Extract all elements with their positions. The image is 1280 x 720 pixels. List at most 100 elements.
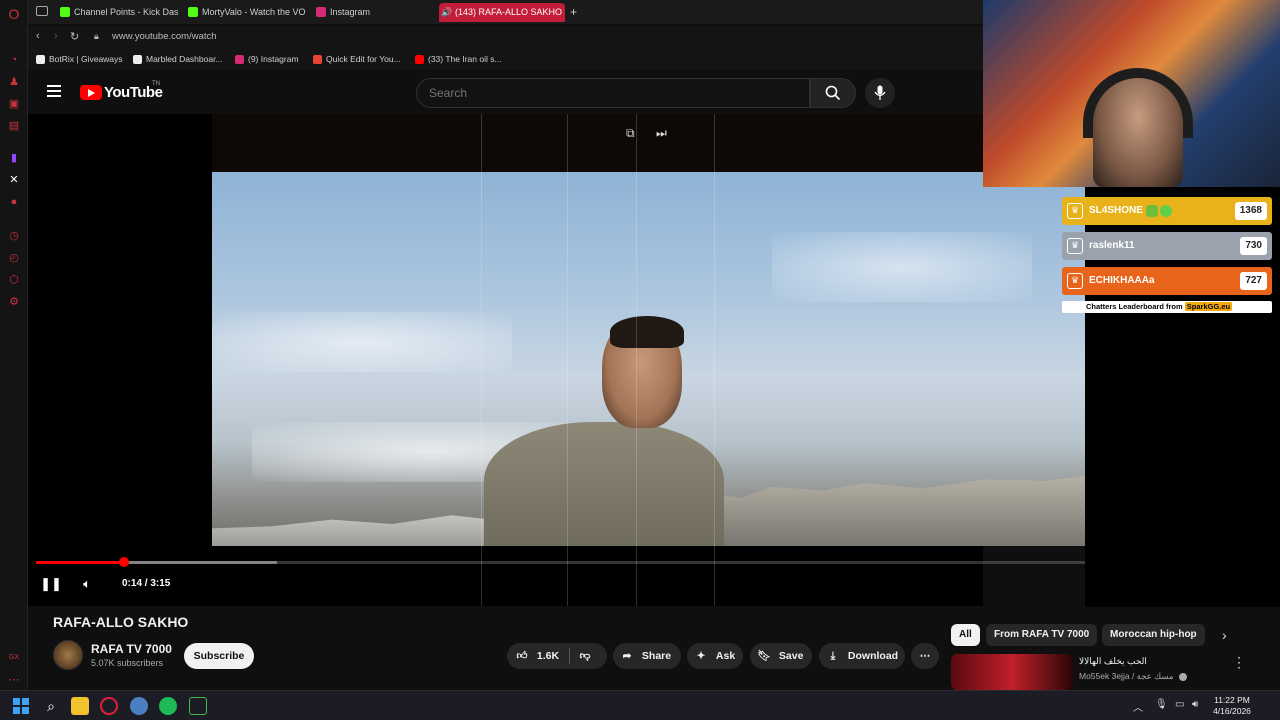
bookmark-botrix[interactable]: BotRix | Giveaways xyxy=(36,54,123,64)
miniplayer-icon[interactable]: ⧉ xyxy=(626,126,635,141)
windows-start-icon[interactable] xyxy=(12,697,30,715)
back-icon[interactable]: ‹ xyxy=(36,30,40,42)
crown-icon: ♛ xyxy=(1067,238,1083,254)
terminal-icon[interactable] xyxy=(189,697,207,715)
more-actions-button[interactable]: ⋯ xyxy=(911,643,939,669)
menu-icon[interactable] xyxy=(47,85,61,97)
bookmark-marbled[interactable]: Marbled Dashboar... xyxy=(133,54,223,64)
recommendation-thumbnail[interactable] xyxy=(951,654,1073,690)
forward-icon[interactable]: › xyxy=(54,30,58,42)
reload-icon[interactable]: ↻ xyxy=(70,30,79,43)
search-button[interactable] xyxy=(810,78,856,108)
network-icon[interactable]: ▭ xyxy=(1175,699,1184,710)
volume-button[interactable]: 🔈︎ xyxy=(76,574,98,594)
spotify-icon[interactable] xyxy=(159,697,177,715)
subscribe-button[interactable]: Subscribe xyxy=(184,643,254,669)
leaderboard-row: ♛ SL4SHONE 1368 xyxy=(1062,197,1272,225)
recommendation-channel[interactable]: Mo55ek 3ejja / مسك عجة xyxy=(1079,671,1187,682)
opera-gx-icon[interactable] xyxy=(100,697,118,715)
chip-from-channel[interactable]: From RAFA TV 7000 xyxy=(986,624,1098,646)
video-title: RAFA-ALLO SAKHO xyxy=(53,614,189,630)
search-icon[interactable]: ⌕ xyxy=(42,697,60,715)
progress-bar[interactable] xyxy=(36,557,1261,567)
thumbs-down-icon: 👎︎ xyxy=(579,650,591,662)
search-input[interactable] xyxy=(429,86,789,100)
bookmarks-bar: BotRix | Giveaways Marbled Dashboar... (… xyxy=(28,50,983,70)
divider xyxy=(569,648,570,664)
bookmark-instagram[interactable]: (9) Instagram xyxy=(235,54,299,64)
file-explorer-icon[interactable] xyxy=(71,697,89,715)
pinboard-icon[interactable]: ▤ xyxy=(6,118,22,134)
youtube-logo-icon[interactable] xyxy=(80,85,102,100)
chip-moroccan-hip-hop[interactable]: Moroccan hip-hop xyxy=(1102,624,1205,646)
kick-icon xyxy=(60,7,70,17)
games-icon[interactable]: ♟ xyxy=(6,74,22,90)
aria-icon[interactable]: ◔ xyxy=(6,52,22,68)
voice-search-button[interactable] xyxy=(865,78,895,108)
clock-icon[interactable]: ◴ xyxy=(6,250,22,266)
bookmark-iran-oil[interactable]: (33) The Iran oil s... xyxy=(415,54,502,64)
ask-button[interactable]: ✦ Ask xyxy=(687,643,743,669)
glitch-line xyxy=(714,114,715,606)
dislike-button[interactable]: 👎︎ xyxy=(577,643,593,669)
messenger-icon[interactable]: ▣ xyxy=(6,96,22,112)
tray-chevron-icon[interactable]: ︿ xyxy=(1133,699,1143,714)
address-bar: ‹ › ↻ 🔒︎ www.youtube.com/watch xyxy=(28,26,983,50)
download-icon: ⤓ xyxy=(830,650,836,662)
pause-button[interactable]: ❚❚ xyxy=(40,574,62,594)
like-button[interactable]: 👍︎ 1.6K xyxy=(507,643,569,669)
video-player[interactable]: ⧉ ⏭︎ ❚❚ 🔈︎ 0:14 / 3:15 CC ⚙ ⤡ xyxy=(28,114,1261,606)
video-frame[interactable] xyxy=(212,172,1086,546)
tab-youtube-active[interactable]: 🔊 (143) RAFA-ALLO SAKHO xyxy=(439,3,565,22)
extensions-icon[interactable]: ⬡ xyxy=(6,272,22,288)
download-button[interactable]: ⤓ Download xyxy=(819,643,905,669)
crown-icon: ♛ xyxy=(1067,203,1083,219)
badge-icon xyxy=(1160,205,1172,217)
person-hair xyxy=(610,316,684,348)
share-button[interactable]: ➦ Share xyxy=(613,643,681,669)
new-tab-button[interactable]: + xyxy=(568,3,582,22)
settings-icon[interactable]: ⚙ xyxy=(6,294,22,310)
history-icon[interactable]: ◷ xyxy=(6,228,22,244)
twitch-icon[interactable]: ▮ xyxy=(6,150,22,166)
tab-kick-mortyvalo[interactable]: MortyValo - Watch the VO xyxy=(186,3,306,22)
progress-scrubber[interactable] xyxy=(119,557,130,567)
glitch-line xyxy=(567,114,568,606)
chip-all[interactable]: All xyxy=(951,624,980,646)
search-box xyxy=(416,78,810,108)
chevron-right-icon[interactable]: › xyxy=(1222,627,1227,643)
app-icon[interactable] xyxy=(130,697,148,715)
speaker-icon: 🔊 xyxy=(441,7,453,17)
tab-kick-channel-points[interactable]: Channel Points - Kick Das xyxy=(58,3,178,22)
volume-tray-icon[interactable]: 🔊︎ xyxy=(1192,699,1198,710)
recommendation-menu-icon[interactable]: ⋮ xyxy=(1232,654,1246,671)
tab-overview-icon[interactable] xyxy=(36,6,48,16)
microphone-tray-icon[interactable]: 🎙︎ xyxy=(1155,699,1168,710)
more-icon[interactable]: ⋯ xyxy=(6,672,22,688)
browser-sidebar: O ◔ ♟ ▣ ▤ ▮ ✕ ● ◷ ◴ ⬡ ⚙ GX ⋯ xyxy=(0,0,28,690)
channel-name[interactable]: RAFA TV 7000 xyxy=(91,642,172,656)
opera-logo-icon[interactable]: O xyxy=(6,6,22,22)
x-icon[interactable]: ✕ xyxy=(6,172,22,188)
progress-played xyxy=(36,561,125,564)
next-icon[interactable]: ⏭︎ xyxy=(656,126,667,141)
video-letterbox xyxy=(212,114,983,172)
more-horizontal-icon: ⋯ xyxy=(919,650,931,662)
pause-icon: ❚❚ xyxy=(40,576,62,591)
botrix-icon xyxy=(36,55,45,64)
mic-icon xyxy=(874,85,886,100)
gx-icon[interactable]: GX xyxy=(6,650,22,666)
like-dislike-group: 👍︎ 1.6K 👎︎ xyxy=(507,643,607,669)
tab-instagram[interactable]: Instagram xyxy=(314,3,424,22)
bookmark-quick-edit[interactable]: Quick Edit for You... xyxy=(313,54,401,64)
save-button[interactable]: 🔖︎ Save xyxy=(750,643,812,669)
marbled-icon xyxy=(133,55,142,64)
channel-avatar[interactable] xyxy=(53,640,83,670)
clock-date[interactable]: 4/16/2026 xyxy=(1210,706,1254,716)
music-icon[interactable]: ● xyxy=(6,194,22,210)
glitch-line xyxy=(636,114,637,606)
recommendation-title[interactable]: الحب يخلف الهالالا xyxy=(1079,656,1147,667)
url-field[interactable]: www.youtube.com/watch xyxy=(112,31,217,42)
cloud xyxy=(212,312,512,372)
clock-time[interactable]: 11:22 PM xyxy=(1212,695,1252,705)
